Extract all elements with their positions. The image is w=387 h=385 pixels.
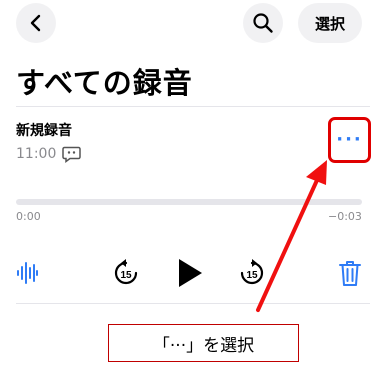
elapsed-time: 0:00 [16,210,41,223]
remaining-time: −0:03 [328,210,362,223]
play-icon[interactable] [176,257,204,289]
more-icon: ··· [336,129,363,150]
search-icon [253,13,273,33]
skip-back-15-icon: 15 [114,259,138,285]
skip-forward-15-icon: 15 [240,259,264,285]
divider [16,303,370,304]
transcript-icon[interactable] [62,146,81,163]
chevron-left-icon [30,14,41,32]
search-button[interactable] [243,3,283,43]
annotation-caption: 「···」を選択 [108,324,299,362]
select-button[interactable]: 選択 [298,3,362,43]
skip-back-button[interactable]: 15 [112,258,140,288]
skip-forward-label: 15 [246,270,258,281]
trash-icon[interactable] [338,259,362,287]
recording-time: 11:00 [16,146,57,162]
skip-forward-button[interactable]: 15 [238,258,266,288]
waveform-icon[interactable] [16,260,38,286]
skip-back-label: 15 [120,270,132,281]
divider [16,106,370,107]
recording-title[interactable]: 新規録音 [16,120,72,140]
more-button[interactable]: ··· [328,117,371,163]
page-title: すべての録音 [16,66,193,100]
back-button[interactable] [16,3,56,43]
playback-scrubber[interactable] [16,199,362,205]
